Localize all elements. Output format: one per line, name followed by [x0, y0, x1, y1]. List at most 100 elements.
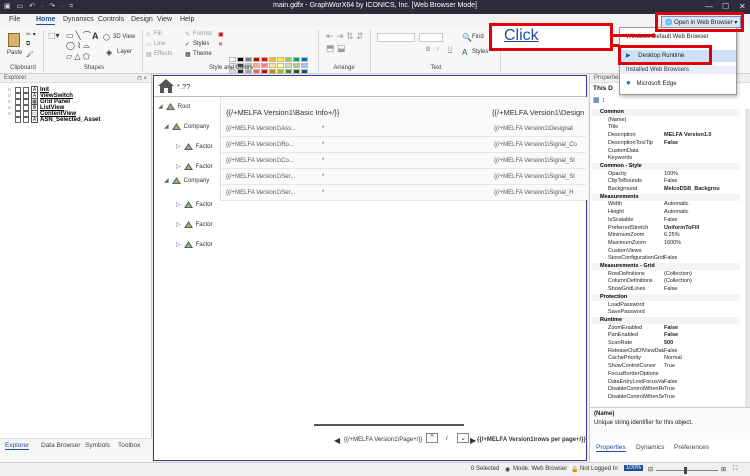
property-row[interactable]: StoreConfigurationGrid False — [592, 255, 740, 262]
3d-view-icon[interactable]: ⬡ — [103, 33, 110, 42]
fill-icon[interactable]: ◇ — [146, 31, 151, 38]
property-row[interactable]: ZoomEnabled False — [592, 325, 740, 332]
paste-icon[interactable] — [8, 33, 20, 47]
property-row[interactable]: LoadPassword — [592, 302, 740, 309]
property-value[interactable]: Normal — [664, 355, 740, 362]
property-row[interactable]: ShowGridLines False — [592, 286, 740, 293]
expanded-arrow-icon[interactable]: ◢ — [164, 177, 169, 184]
tab-home[interactable]: Home — [36, 16, 56, 25]
tree-node-root[interactable]: ◢ Root — [158, 103, 190, 110]
property-value[interactable]: False — [664, 217, 740, 224]
collapsed-arrow-icon[interactable]: ▷ — [176, 143, 181, 150]
property-value[interactable]: False — [664, 178, 740, 185]
swap-color-icon[interactable]: ✕ — [218, 41, 223, 48]
italic-button[interactable]: I — [437, 47, 439, 53]
property-value[interactable]: 500 — [664, 340, 740, 347]
property-value[interactable]: Automatic — [664, 209, 740, 216]
palette-swatch[interactable] — [269, 57, 276, 62]
zoom-out-icon[interactable]: ⊟ — [648, 466, 653, 473]
theme-button[interactable]: Theme — [193, 51, 212, 57]
format-icon[interactable]: ✎ — [185, 31, 190, 38]
property-value[interactable]: Automatic — [664, 201, 740, 208]
theme-icon[interactable]: ▦ — [185, 51, 191, 58]
property-row[interactable]: PreferredStretch UniformToFill — [592, 225, 740, 232]
property-row[interactable]: CustomViews — [592, 248, 740, 255]
home-icon[interactable] — [157, 78, 175, 94]
property-row[interactable]: DataEntryLostFocusVa False — [592, 379, 740, 386]
property-row[interactable]: ReleaseOutOfViewData False — [592, 348, 740, 355]
layer-button[interactable]: Layer — [117, 49, 132, 55]
property-value[interactable]: 6.25% — [664, 232, 740, 239]
property-value[interactable]: False — [664, 379, 740, 386]
arrange-align-icon[interactable]: ⇤ ⇥ — [326, 31, 344, 42]
property-value[interactable]: True — [664, 394, 740, 401]
login-status[interactable]: Not Logged In — [580, 466, 618, 472]
bold-button[interactable]: B — [426, 47, 430, 53]
tab-dynamics-panel[interactable]: Dynamics — [636, 444, 665, 451]
property-row[interactable]: (Name) — [592, 117, 740, 124]
display-canvas[interactable]: *.?? ◢ Root ◢ Company ▷ Factor ▷ Factor ◢ Compa… — [153, 75, 588, 461]
palette-swatch[interactable] — [229, 57, 236, 62]
layer-icon[interactable]: ◈ — [106, 48, 112, 57]
tab-toolbox[interactable]: Toolbox — [118, 442, 140, 449]
minimize-icon[interactable]: — — [705, 2, 713, 11]
property-value[interactable]: MELFA Version1.0 — [664, 132, 740, 139]
property-row[interactable]: ShowControlCursor True — [592, 363, 740, 370]
property-row[interactable]: DisableControlWhenRe True — [592, 386, 740, 393]
palette-swatch[interactable] — [301, 57, 308, 62]
ellipse-icon[interactable]: ◯ ⌇ ⌓ — [66, 41, 90, 51]
3d-view-button[interactable]: 3D View — [113, 34, 135, 40]
property-row[interactable]: Height Automatic — [592, 209, 740, 216]
fill-button[interactable]: Fill — [154, 31, 162, 37]
property-row[interactable]: DisableControlWhenSe True — [592, 394, 740, 401]
property-value[interactable] — [664, 371, 740, 378]
tree-node[interactable]: ▷ Factor — [176, 163, 213, 170]
property-value[interactable] — [664, 309, 740, 316]
effects-icon[interactable]: ▤ — [146, 51, 152, 58]
next-page-icon[interactable]: ▶ — [470, 436, 476, 445]
find-icon[interactable]: 🔍 — [462, 33, 472, 42]
underline-button[interactable]: U — [448, 47, 452, 53]
property-row[interactable]: CustomData — [592, 148, 740, 155]
tree-node[interactable]: ◢ Company — [164, 177, 209, 184]
property-value[interactable]: False — [664, 255, 740, 262]
tab-view[interactable]: View — [157, 16, 172, 23]
find-button[interactable]: Find — [472, 34, 484, 40]
property-row[interactable]: CachePriority Normal — [592, 355, 740, 362]
tree-node[interactable]: ▷ Factor — [176, 201, 213, 208]
expanded-arrow-icon[interactable]: ◢ — [164, 123, 169, 130]
categorized-sort-icon[interactable]: ▦ ↕ — [593, 96, 605, 104]
menu-item-microsoft-edge[interactable]: ● Microsoft Edge — [620, 78, 736, 87]
palette-swatch[interactable] — [293, 57, 300, 62]
property-row[interactable]: Keywords — [592, 155, 740, 162]
properties-scrollbar[interactable] — [745, 109, 750, 409]
property-value[interactable] — [664, 302, 740, 309]
tab-data-browser[interactable]: Data Browser — [41, 442, 80, 449]
property-category[interactable]: Protection — [592, 293, 740, 301]
property-value[interactable]: False — [664, 140, 740, 147]
collapsed-arrow-icon[interactable]: ▷ — [176, 201, 181, 208]
polygon-icon[interactable]: ▱ △ ⬠ — [66, 52, 90, 61]
property-value[interactable]: True — [664, 386, 740, 393]
tab-design[interactable]: Design — [131, 16, 153, 23]
palette-swatch[interactable] — [285, 57, 292, 62]
property-row[interactable]: PanEnabled False — [592, 332, 740, 339]
palette-swatch[interactable] — [277, 57, 284, 62]
palette-swatch[interactable] — [237, 57, 244, 62]
rectangle-icon[interactable]: ▭ ╲ ⌒ — [66, 30, 91, 41]
font-size-combo[interactable] — [419, 33, 443, 42]
zoom-slider[interactable] — [656, 470, 718, 471]
tab-dynamics[interactable]: Dynamics — [63, 16, 94, 23]
tab-help[interactable]: Help — [180, 16, 194, 23]
lock-checkbox[interactable] — [23, 116, 29, 123]
close-icon[interactable]: ✕ — [739, 2, 746, 11]
property-row[interactable]: IsScalable False — [592, 217, 740, 224]
copy-icon[interactable]: ⧉ — [26, 41, 30, 48]
select-tool-icon[interactable]: ⬚▾ — [48, 31, 60, 40]
property-value[interactable]: False — [664, 348, 740, 355]
explorer-item[interactable]: A ASN_Selected_Asset — [7, 116, 100, 123]
tab-explorer[interactable]: Explorer — [5, 442, 30, 450]
format-painter-icon[interactable]: 🖌 — [26, 51, 34, 58]
property-value[interactable]: (Collection) — [664, 271, 740, 278]
effects-button[interactable]: Effects — [154, 51, 172, 57]
